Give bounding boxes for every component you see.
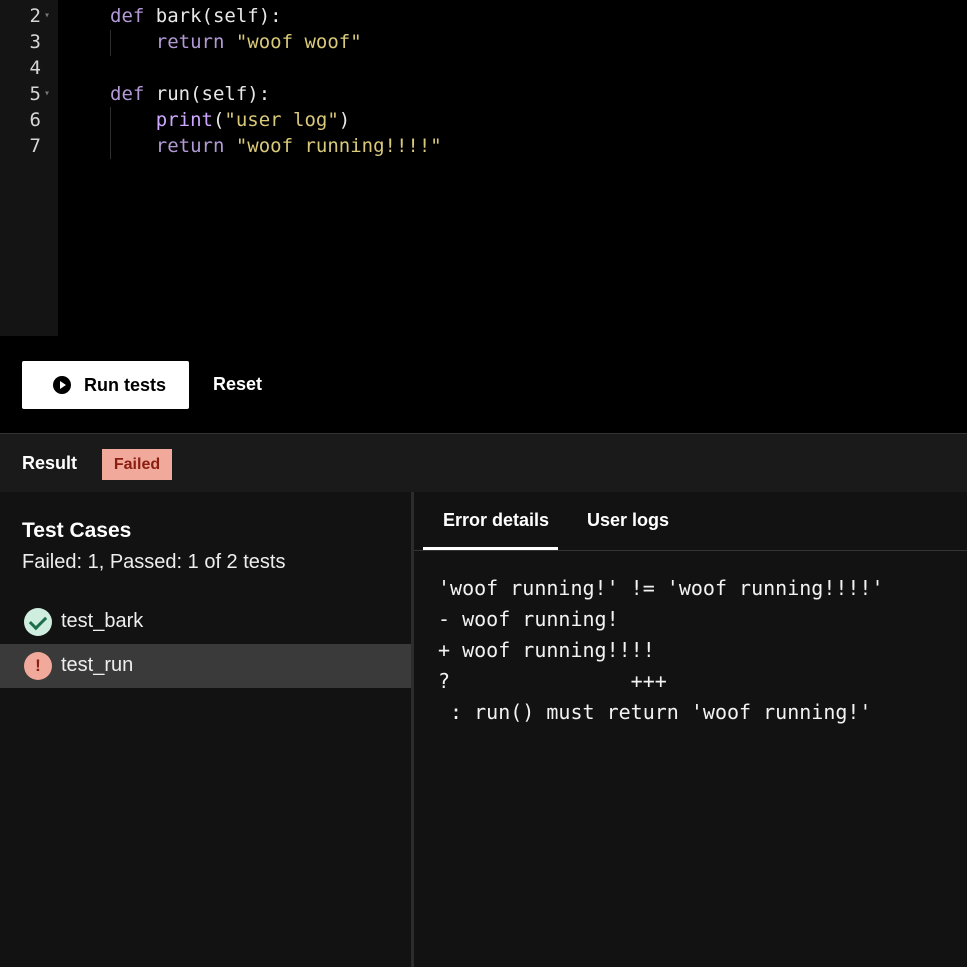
code-editor[interactable]: 2 ▾ def bark(self): 3 return "woof woof" 4 5 ▾… bbox=[0, 0, 967, 340]
code-text: def run(self): bbox=[110, 83, 271, 105]
test-case-row-test-run[interactable]: ! test_run bbox=[0, 644, 411, 688]
result-label: Result bbox=[22, 453, 78, 473]
line-number: 2 bbox=[29, 5, 41, 27]
error-line: + woof running!!!! bbox=[438, 638, 655, 662]
test-cases-title: Test Cases bbox=[22, 519, 132, 542]
fold-arrow-icon[interactable]: ▾ bbox=[44, 81, 50, 107]
code-line[interactable]: 6 print("user log") bbox=[0, 107, 967, 133]
check-circle-icon bbox=[24, 608, 52, 636]
line-number: 4 bbox=[29, 57, 41, 79]
details-panel: Error details User logs 'woof running!' … bbox=[414, 492, 967, 967]
code-text: def bark(self): bbox=[110, 5, 282, 27]
play-icon bbox=[53, 376, 71, 394]
error-line: 'woof running!' != 'woof running!!!!' bbox=[438, 576, 884, 600]
code-text: print("user log") bbox=[110, 109, 351, 131]
error-line: - woof running! bbox=[438, 607, 619, 631]
fold-arrow-icon[interactable]: ▾ bbox=[44, 3, 50, 29]
code-line[interactable]: 2 ▾ def bark(self): bbox=[0, 3, 967, 29]
reset-button[interactable]: Reset bbox=[213, 374, 262, 395]
code-text: return "woof running!!!!" bbox=[110, 135, 442, 157]
code-text: return "woof woof" bbox=[110, 31, 362, 53]
run-tests-label: Run tests bbox=[84, 374, 167, 395]
code-line[interactable]: 4 bbox=[0, 55, 967, 81]
code-line[interactable]: 3 return "woof woof" bbox=[0, 29, 967, 55]
line-number: 5 bbox=[29, 83, 41, 105]
alert-icon: ! bbox=[24, 652, 52, 680]
run-tests-button[interactable]: Run tests bbox=[22, 361, 189, 409]
line-number: 6 bbox=[29, 109, 41, 131]
result-bar: Result Failed bbox=[0, 433, 967, 493]
line-number: 3 bbox=[29, 31, 41, 53]
test-case-name: test_bark bbox=[61, 610, 144, 632]
code-line[interactable]: 5 ▾ def run(self): bbox=[0, 81, 967, 107]
error-line: : run() must return 'woof running!' bbox=[438, 700, 872, 724]
tab-user-logs[interactable]: User logs bbox=[587, 510, 669, 531]
error-line: ? +++ bbox=[438, 669, 667, 693]
line-number: 7 bbox=[29, 135, 41, 157]
test-summary: Failed: 1, Passed: 1 of 2 tests bbox=[22, 551, 286, 573]
tab-error-details[interactable]: Error details bbox=[443, 510, 549, 531]
status-badge: Failed bbox=[102, 449, 172, 480]
test-cases-panel: Test Cases Failed: 1, Passed: 1 of 2 tes… bbox=[0, 492, 414, 967]
test-case-name: test_run bbox=[61, 654, 134, 676]
test-case-row-test-bark[interactable]: test_bark bbox=[0, 600, 411, 644]
tab-divider bbox=[414, 550, 967, 551]
code-line[interactable]: 7 return "woof running!!!!" bbox=[0, 133, 967, 159]
